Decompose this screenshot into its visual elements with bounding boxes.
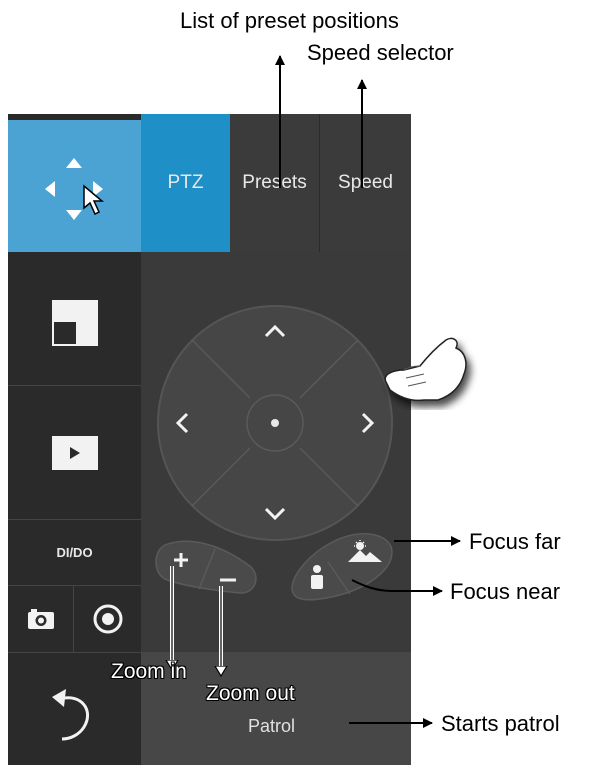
move-arrows-icon (45, 158, 103, 220)
chevron-right-icon[interactable] (361, 412, 375, 434)
cursor-icon (83, 184, 105, 216)
layout-button[interactable] (8, 252, 141, 386)
play-button[interactable] (8, 386, 141, 520)
focus-near-button[interactable] (296, 560, 338, 596)
annotation-patrol: Starts patrol (441, 711, 560, 736)
record-icon (93, 604, 123, 634)
chevron-left-icon[interactable] (175, 412, 189, 434)
ptz-mode-button[interactable] (8, 120, 141, 252)
play-icon (52, 436, 98, 470)
zoom-in-button[interactable] (160, 540, 200, 584)
tab-presets[interactable]: Presets (230, 114, 320, 252)
tab-ptz[interactable]: PTZ (141, 114, 230, 252)
tab-speed-label: Speed (338, 172, 393, 193)
snapshot-button[interactable] (8, 586, 74, 652)
annotation-focus-far: Focus far (469, 529, 561, 554)
layout-icon (52, 300, 98, 346)
zoom-out-button[interactable] (208, 556, 252, 594)
annotation-focus-near: Focus near (450, 579, 561, 604)
tab-ptz-label: PTZ (167, 172, 204, 193)
back-arrow-icon (52, 689, 90, 741)
person-icon (311, 565, 323, 589)
tab-speed[interactable]: Speed (320, 114, 411, 252)
snapshot-record-row (8, 586, 141, 652)
focus-far-button[interactable] (340, 536, 392, 570)
tab-presets-label: Presets (242, 172, 307, 193)
record-button[interactable] (75, 586, 141, 652)
minus-icon (220, 578, 236, 582)
hand-pointer-icon (384, 337, 467, 402)
annotation-presets: List of preset positions (180, 8, 399, 33)
annotation-zoom-out: Zoom out (206, 682, 295, 705)
dido-label: DI/DO (56, 545, 93, 560)
patrol-label: Patrol (248, 716, 296, 736)
camera-icon (28, 609, 54, 629)
chevron-up-icon[interactable] (264, 324, 286, 338)
plus-icon (174, 553, 188, 567)
mountain-icon (348, 540, 382, 562)
annotation-zoom-in: Zoom in (111, 660, 187, 683)
chevron-down-icon[interactable] (264, 507, 286, 521)
annotation-speed: Speed selector (307, 40, 454, 65)
dido-button[interactable]: DI/DO (8, 520, 141, 586)
